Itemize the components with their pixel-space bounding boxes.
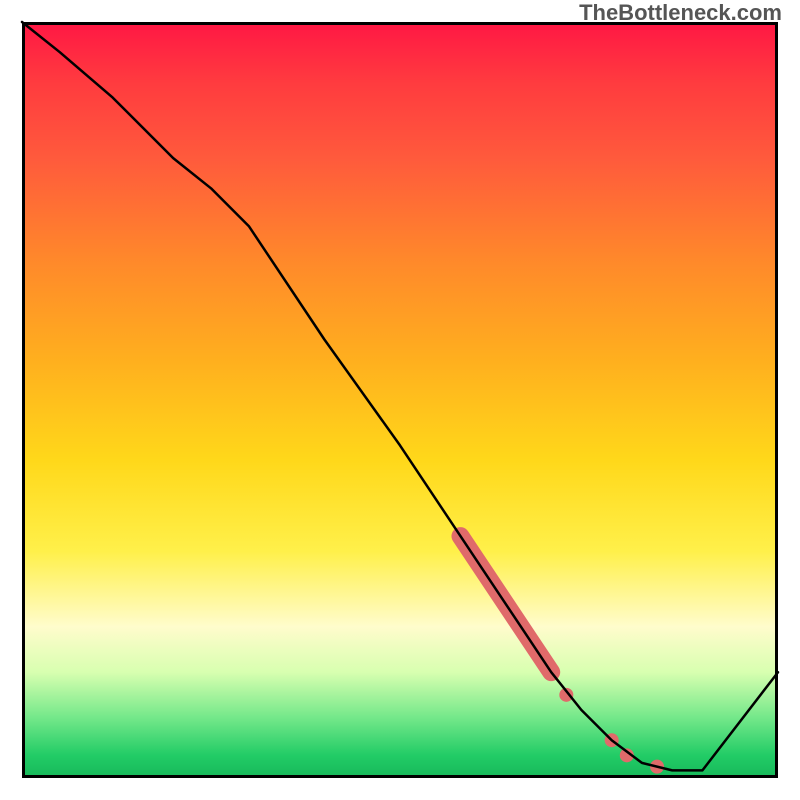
highlight-group [460, 536, 664, 774]
watermark-text: TheBottleneck.com [579, 0, 782, 26]
chart-overlay [22, 22, 778, 778]
curve-path [22, 22, 778, 770]
chart-stage: TheBottleneck.com [0, 0, 800, 800]
